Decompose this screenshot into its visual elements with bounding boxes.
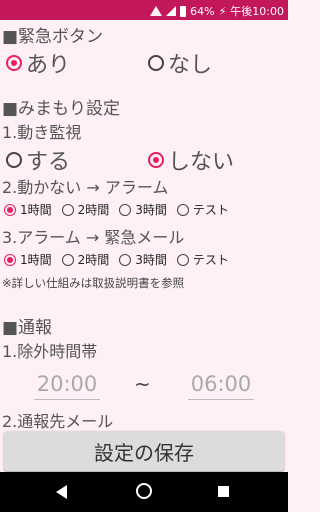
exclude-time-label: 1.除外時間帯 [2,342,98,361]
settings-scroll-area[interactable]: ■緊急ボタン あり なし ■みまもり設定 1.動き監視 する しない 2.動かな… [0,20,288,430]
emergency-option-yes[interactable]: あり [6,47,70,79]
report-section-title: ■通報 [2,318,53,338]
signal-icon [166,6,177,16]
time-separator: ~ [134,372,151,396]
radio-icon [6,152,22,168]
option-1h[interactable]: 1時間 [4,201,52,218]
radio-icon [119,253,132,266]
radio-icon [176,253,189,266]
emergency-option-no[interactable]: なし [148,47,212,79]
battery-icon [180,5,187,17]
no-motion-alarm-options: 1時間 2時間 3時間 テスト [4,201,239,218]
motion-watch-label: 1.動き監視 [2,123,82,142]
radio-icon [4,253,16,266]
charging-icon: ⚡ [218,4,227,18]
radio-icon [4,203,16,216]
option-2h[interactable]: 2時間 [61,201,109,218]
radio-icon [61,203,74,216]
option-3h[interactable]: 3時間 [119,251,167,268]
motion-watch-on[interactable]: する [6,144,70,176]
option-2h[interactable]: 2時間 [61,251,109,268]
navigation-bar [0,472,288,512]
option-test[interactable]: テスト [176,251,229,268]
option-1h[interactable]: 1時間 [4,251,52,268]
no-motion-alarm-label: 2.動かない → アラーム [2,178,169,197]
radio-icon [61,253,74,266]
radio-icon [148,152,164,168]
alarm-mail-options: 1時間 2時間 3時間 テスト [4,251,239,268]
monitor-section-title: ■みまもり設定 [2,99,121,119]
back-icon[interactable] [56,485,67,499]
manual-note: ※詳しい仕組みは取扱説明書を参照 [2,276,185,290]
home-icon[interactable] [136,483,152,499]
exclude-time-from[interactable]: 20:00 [34,372,100,400]
radio-icon [119,203,132,216]
status-bar: 64% ⚡ 午後10:00 [0,0,288,20]
radio-icon [148,55,164,71]
alarm-mail-label: 3.アラーム → 緊急メール [2,228,185,247]
radio-icon [176,203,189,216]
recent-apps-icon[interactable] [218,486,229,497]
wifi-icon [150,6,163,16]
clock: 午後10:00 [230,5,284,18]
emergency-section-title: ■緊急ボタン [2,27,104,47]
battery-level: 64% [190,4,215,18]
notify-mail-label: 2.通報先メール [2,412,114,430]
radio-icon [6,55,22,71]
option-test[interactable]: テスト [176,201,229,218]
option-3h[interactable]: 3時間 [119,201,167,218]
exclude-time-to[interactable]: 06:00 [188,372,254,400]
motion-watch-off[interactable]: しない [148,144,234,176]
save-settings-button[interactable]: 設定の保存 [4,431,284,471]
